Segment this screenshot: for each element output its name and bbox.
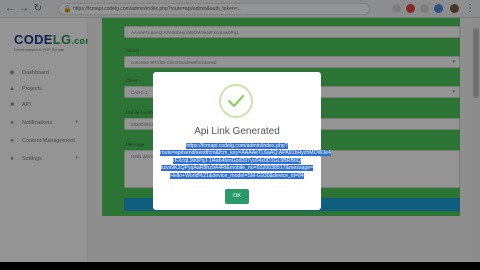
link-line: kzvs9K2QPyqAaR8hz9A4Rf&mobile_no=9320038… bbox=[160, 165, 314, 172]
dialog-title: Api Link Generated bbox=[194, 126, 280, 137]
screen: ← → ↻ 🔒 https://fcmapi.codelg.com/admin/… bbox=[0, 0, 480, 270]
success-dialog: Api Link Generated https://fcmapi.codelg… bbox=[153, 72, 331, 210]
link-line: https://fcmapi.codelg.com/admin/index.ph… bbox=[186, 143, 288, 149]
ok-button[interactable]: OK bbox=[225, 189, 249, 204]
link-line: route=api/send/sendfcm&fcm_key=AAAAeTL6a… bbox=[160, 150, 331, 157]
browser-window: ← → ↻ 🔒 https://fcmapi.codelg.com/admin/… bbox=[0, 0, 480, 262]
screen-bottom-border bbox=[0, 262, 480, 270]
link-line: rFXcqL9s0PqJ-1l4ab4bmGpd2d7yu04x0D1GL9BR… bbox=[173, 157, 301, 164]
success-check-icon bbox=[219, 84, 253, 118]
link-line: Hello+World%21&device_model=SM-G930&devi… bbox=[170, 172, 304, 179]
